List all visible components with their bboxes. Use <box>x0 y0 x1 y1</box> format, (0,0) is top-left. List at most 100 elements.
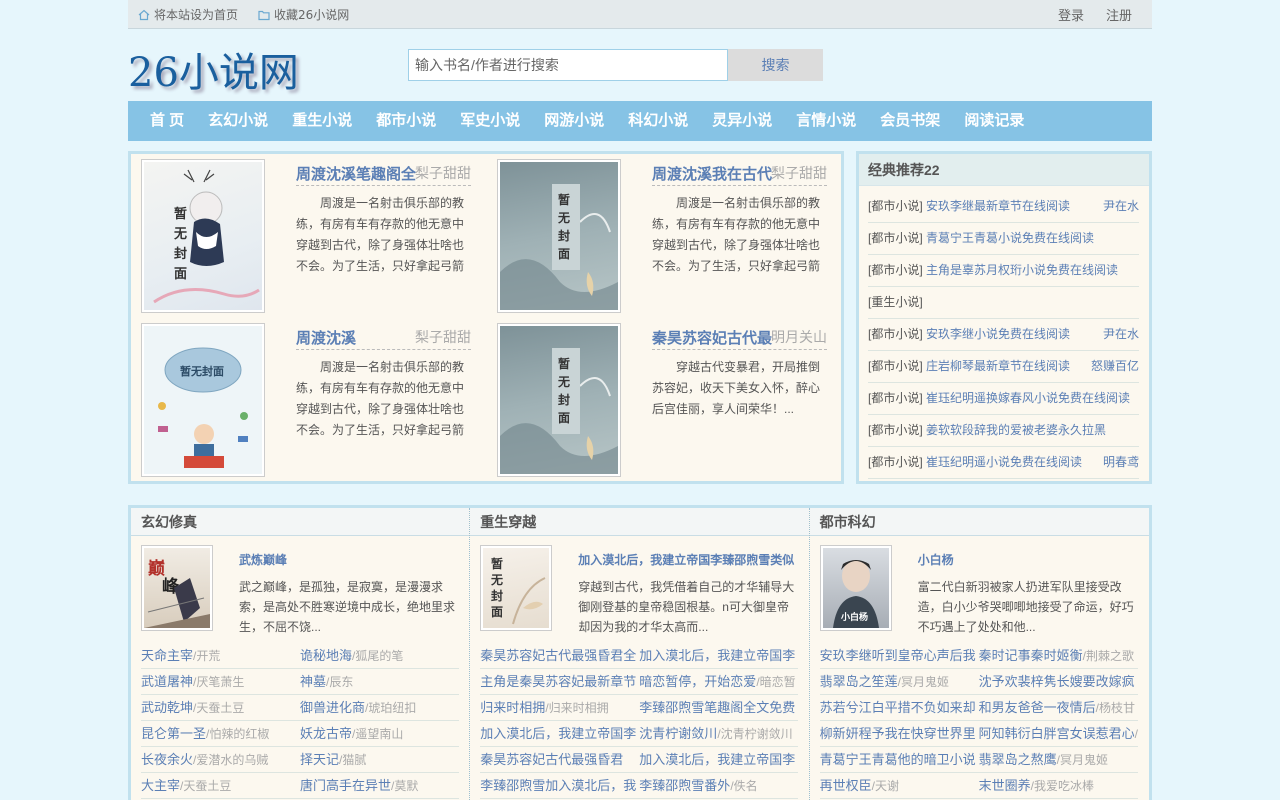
book-cover[interactable]: 暂 无 封 面 <box>480 545 553 631</box>
list-book-name[interactable]: 加入漠北后，我建立帝国李 <box>639 752 795 767</box>
book-author[interactable]: 梨子甜甜 <box>415 163 471 183</box>
recommend-book[interactable]: 崔珏纪明遥小说免费在线阅读 <box>926 455 1082 469</box>
recommend-item[interactable]: [都市小说] 安玖李继最新章节在线阅读 尹在水 <box>868 191 1139 223</box>
list-book-author[interactable]: /天蚕土豆 <box>193 701 244 715</box>
list-book-author[interactable]: /杨枝甘 <box>1096 701 1135 715</box>
list-book-author[interactable]: /怕辣的红椒 <box>206 727 269 741</box>
book-author[interactable]: 明月关山 <box>771 327 827 347</box>
nav-item-dushi[interactable]: 都市小说 <box>364 101 448 141</box>
list-book-name[interactable]: 安玖李继听到皇帝心声后我 <box>820 648 976 663</box>
list-book-author[interactable]: /开荒 <box>193 649 220 663</box>
nav-item-home[interactable]: 首 页 <box>138 101 196 141</box>
book-title[interactable]: 周渡沈溪笔趣阁全 <box>296 163 416 184</box>
list-book-name[interactable]: 妖龙古帝 <box>300 726 352 741</box>
register-link[interactable]: 注册 <box>1106 5 1132 24</box>
list-book-name[interactable]: 李臻邵煦雪加入漠北后，我 <box>480 778 636 793</box>
top-book-title[interactable]: 武炼巅峰 <box>239 551 461 568</box>
list-book-name[interactable]: 秦时记事秦时姬衡 <box>979 648 1083 663</box>
recommend-book[interactable]: 安玖李继最新章节在线阅读 <box>926 199 1070 213</box>
site-logo[interactable]: 26小说网 <box>128 40 299 98</box>
recommend-category[interactable]: [都市小说] <box>868 455 923 469</box>
list-book-name[interactable]: 沈予欢裴梓隽长嫂要改嫁疯 <box>979 674 1135 689</box>
recommend-author[interactable]: 怒赚百亿 <box>1086 351 1139 382</box>
list-book-author[interactable]: /荆棘之歌 <box>1083 649 1134 663</box>
recommend-book[interactable]: 崔珏纪明遥换嫁春风小说免费在线阅读 <box>926 391 1130 405</box>
recommend-book[interactable]: 安玖李继小说免费在线阅读 <box>926 327 1070 341</box>
list-book-author[interactable]: /佚名 <box>730 779 757 793</box>
list-book-name[interactable]: 暗恋暂停，开始恋爱 <box>639 674 756 689</box>
list-book-name[interactable]: 李臻邵煦雪笔趣阁全文免费 <box>639 700 795 715</box>
list-book-name[interactable]: 再世权臣 <box>820 778 872 793</box>
book-title[interactable]: 周渡沈溪我在古代 <box>652 163 772 184</box>
book-cover[interactable]: 暂 无 封 面 <box>497 323 621 477</box>
list-book-author[interactable]: /沈青柠谢敛川 <box>717 727 792 741</box>
recommend-item[interactable]: [都市小说] 主角是辜苏月权珩小说免费在线阅读 <box>868 255 1139 287</box>
nav-item-kehuan[interactable]: 科幻小说 <box>616 101 700 141</box>
book-cover[interactable]: 巅 峰 <box>141 545 213 631</box>
recommend-category[interactable]: [都市小说] <box>868 423 923 437</box>
recommend-author[interactable]: 尹在水 <box>1098 191 1139 222</box>
list-book-author[interactable]: /爱潜水的乌贼 <box>193 753 268 767</box>
recommend-category[interactable]: [都市小说] <box>868 391 923 405</box>
nav-item-wangyou[interactable]: 网游小说 <box>532 101 616 141</box>
list-book-author[interactable]: /狐尾的笔 <box>352 649 403 663</box>
recommend-item[interactable]: [都市小说] 安玖李继小说免费在线阅读 尹在水 <box>868 319 1139 351</box>
book-author[interactable]: 梨子甜甜 <box>771 163 827 183</box>
recommend-category[interactable]: [都市小说] <box>868 199 923 213</box>
list-book-author[interactable]: /辰东 <box>326 675 353 689</box>
top-book-title[interactable]: 加入漠北后，我建立帝国李臻邵煦雪类似 <box>578 551 800 568</box>
list-book-name[interactable]: 末世圈养 <box>979 778 1031 793</box>
list-book-name[interactable]: 青葛宁王青葛他的暗卫小说 <box>820 752 976 767</box>
list-book-name[interactable]: 秦昊苏容妃古代最强昏君 <box>480 752 623 767</box>
list-book-name[interactable]: 沈青柠谢敛川 <box>639 726 717 741</box>
list-book-author[interactable]: /冥月鬼姬 <box>898 675 949 689</box>
list-book-name[interactable]: 择天记 <box>300 752 339 767</box>
nav-item-lingyi[interactable]: 灵异小说 <box>700 101 784 141</box>
list-book-name[interactable]: 天命主宰 <box>141 648 193 663</box>
recommend-item[interactable]: [都市小说] 庄岩柳琴最新章节在线阅读 怒赚百亿 <box>868 351 1139 383</box>
recommend-author[interactable]: 明春鸢 <box>1098 447 1139 478</box>
list-book-author[interactable]: /厌笔萧生 <box>193 675 244 689</box>
list-book-name[interactable]: 昆仑第一圣 <box>141 726 206 741</box>
list-book-name[interactable]: 武动乾坤 <box>141 700 193 715</box>
bookmark-link[interactable]: 收藏26小说网 <box>258 6 349 23</box>
list-book-name[interactable]: 翡翠岛之笙莲 <box>820 674 898 689</box>
recommend-item[interactable]: [都市小说] 崔珏纪明遥小说免费在线阅读 明春鸢 <box>868 447 1139 479</box>
list-book-name[interactable]: 主角是秦昊苏容妃最新章节 <box>480 674 636 689</box>
list-book-author[interactable]: /暗恋暂 <box>756 675 795 689</box>
recommend-category[interactable]: [重生小说] <box>868 295 923 309</box>
list-book-author[interactable]: /归来时相拥 <box>545 701 608 715</box>
recommend-category[interactable]: [都市小说] <box>868 359 923 373</box>
list-book-name[interactable]: 加入漠北后，我建立帝国李 <box>480 726 636 741</box>
list-book-author[interactable]: /冥月鬼姬 <box>1057 753 1108 767</box>
set-home-link[interactable]: 将本站设为首页 <box>138 6 238 23</box>
list-book-name[interactable]: 归来时相拥 <box>480 700 545 715</box>
search-input[interactable] <box>408 49 728 81</box>
list-book-name[interactable]: 加入漠北后，我建立帝国李 <box>639 648 795 663</box>
list-book-author[interactable]: /莫默 <box>391 779 418 793</box>
book-author[interactable]: 梨子甜甜 <box>415 327 471 347</box>
book-cover[interactable]: 暂无封面 <box>141 323 265 477</box>
list-book-name[interactable]: 和男友爸爸一夜情后 <box>979 700 1096 715</box>
list-book-name[interactable]: 秦昊苏容妃古代最强昏君全 <box>480 648 636 663</box>
recommend-category[interactable]: [都市小说] <box>868 327 923 341</box>
book-cover[interactable]: 暂 无 封 面 <box>141 159 265 313</box>
book-title[interactable]: 周渡沈溪 <box>296 327 356 348</box>
recommend-item[interactable]: [都市小说] 姜软软段辞我的爱被老婆永久拉黑 <box>868 415 1139 447</box>
recommend-book[interactable]: 庄岩柳琴最新章节在线阅读 <box>926 359 1070 373</box>
recommend-item[interactable]: [都市小说] 崔珏纪明遥换嫁春风小说免费在线阅读 <box>868 383 1139 415</box>
list-book-name[interactable]: 武道屠神 <box>141 674 193 689</box>
list-book-author[interactable]: /猫腻 <box>339 753 366 767</box>
login-link[interactable]: 登录 <box>1058 5 1084 24</box>
nav-item-yanqing[interactable]: 言情小说 <box>784 101 868 141</box>
list-book-name[interactable]: 神墓 <box>300 674 326 689</box>
book-title[interactable]: 秦昊苏容妃古代最 <box>652 327 772 348</box>
list-book-author[interactable]: /遥望南山 <box>352 727 403 741</box>
recommend-author[interactable]: 尹在水 <box>1098 319 1139 350</box>
nav-item-junshi[interactable]: 军史小说 <box>448 101 532 141</box>
nav-item-bookshelf[interactable]: 会员书架 <box>868 101 952 141</box>
recommend-book[interactable]: 主角是辜苏月权珩小说免费在线阅读 <box>926 263 1118 277</box>
list-book-name[interactable]: 御兽进化商 <box>300 700 365 715</box>
recommend-book[interactable]: 青葛宁王青葛小说免费在线阅读 <box>926 231 1094 245</box>
list-book-name[interactable]: 苏若兮江白平措不负如来却 <box>820 700 976 715</box>
